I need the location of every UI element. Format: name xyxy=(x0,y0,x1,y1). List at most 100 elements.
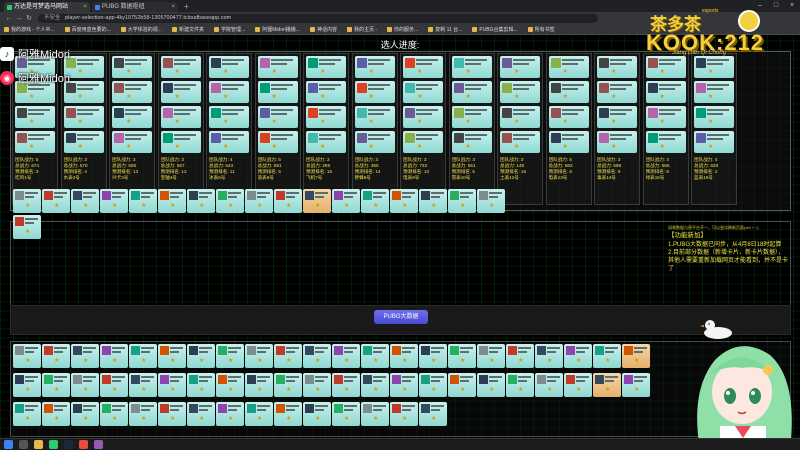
player-card[interactable]: ★ xyxy=(13,215,41,239)
player-card[interactable]: ★ xyxy=(216,189,244,213)
player-card[interactable]: ★ xyxy=(361,402,389,426)
player-card[interactable]: ★ xyxy=(187,402,215,426)
player-card[interactable]: ★ xyxy=(71,373,99,397)
player-card[interactable]: ★ xyxy=(100,373,128,397)
player-card[interactable]: ★ xyxy=(354,131,395,153)
app-icon[interactable] xyxy=(79,440,88,449)
player-card[interactable]: ★ xyxy=(306,56,346,78)
player-card[interactable]: ★ xyxy=(245,373,273,397)
player-card[interactable]: ★ xyxy=(451,81,492,103)
player-card[interactable]: ★ xyxy=(564,344,592,368)
player-card[interactable]: ★ xyxy=(160,81,201,103)
player-card[interactable]: ★ xyxy=(448,189,476,213)
player-card[interactable]: ★ xyxy=(257,106,298,128)
player-card[interactable]: ★ xyxy=(354,56,395,78)
player-card[interactable]: ★ xyxy=(332,373,360,397)
player-card[interactable]: ★ xyxy=(209,56,249,78)
player-card[interactable]: ★ xyxy=(403,131,443,153)
player-card[interactable]: ★ xyxy=(332,402,360,426)
player-card[interactable]: ★ xyxy=(403,106,443,128)
tab-close-icon[interactable]: × xyxy=(171,2,175,12)
player-card[interactable]: ★ xyxy=(419,189,447,213)
player-card[interactable]: ★ xyxy=(694,81,734,103)
player-card[interactable]: ★ xyxy=(593,373,621,397)
player-card[interactable]: ★ xyxy=(160,106,201,128)
bookmark-item[interactable]: 你的服务... xyxy=(387,26,418,33)
bookmark-item[interactable]: 新建文件夹 xyxy=(171,26,204,33)
player-card[interactable]: ★ xyxy=(13,373,41,397)
player-card[interactable]: ★ xyxy=(274,373,302,397)
bookmark-item[interactable]: PUBG合集剪辑... xyxy=(472,26,518,33)
player-card[interactable]: ★ xyxy=(209,81,249,103)
player-card[interactable]: ★ xyxy=(645,81,686,103)
player-card[interactable]: ★ xyxy=(390,344,418,368)
player-card[interactable]: ★ xyxy=(15,131,55,153)
player-card[interactable]: ★ xyxy=(548,131,589,153)
player-card[interactable]: ★ xyxy=(42,373,70,397)
player-card[interactable]: ★ xyxy=(209,106,249,128)
player-card[interactable]: ★ xyxy=(403,81,443,103)
player-card[interactable]: ★ xyxy=(390,402,418,426)
tab-close-icon[interactable]: × xyxy=(83,2,87,12)
player-card[interactable]: ★ xyxy=(209,131,249,153)
bookmark-item[interactable]: 复制 11 台... xyxy=(428,26,462,33)
player-card[interactable]: ★ xyxy=(158,373,186,397)
player-card[interactable]: ★ xyxy=(548,56,589,78)
player-card[interactable]: ★ xyxy=(597,56,637,78)
player-card[interactable]: ★ xyxy=(187,344,215,368)
player-card[interactable]: ★ xyxy=(451,56,492,78)
player-card[interactable]: ★ xyxy=(403,56,443,78)
player-card[interactable]: ★ xyxy=(112,56,152,78)
player-card[interactable]: ★ xyxy=(361,189,389,213)
bookmark-item[interactable]: 学院管理... xyxy=(213,26,245,33)
player-card[interactable]: ★ xyxy=(303,402,331,426)
player-card[interactable]: ★ xyxy=(245,402,273,426)
player-card[interactable]: ★ xyxy=(187,189,215,213)
player-card[interactable]: ★ xyxy=(216,344,244,368)
player-card[interactable]: ★ xyxy=(158,402,186,426)
back-icon[interactable]: ← xyxy=(4,15,14,22)
new-tab-icon[interactable]: + xyxy=(180,2,193,12)
player-card[interactable]: ★ xyxy=(42,189,70,213)
player-card[interactable]: ★ xyxy=(354,106,395,128)
player-card[interactable]: ★ xyxy=(129,189,157,213)
player-card[interactable]: ★ xyxy=(306,106,346,128)
player-card[interactable]: ★ xyxy=(597,106,637,128)
player-card[interactable]: ★ xyxy=(63,106,104,128)
player-card[interactable]: ★ xyxy=(390,373,418,397)
player-card[interactable]: ★ xyxy=(160,56,201,78)
player-card[interactable]: ★ xyxy=(506,373,534,397)
player-card[interactable]: ★ xyxy=(13,189,41,213)
bookmark-item[interactable]: 神话内容 xyxy=(309,26,337,33)
player-card[interactable]: ★ xyxy=(622,344,650,368)
player-card[interactable]: ★ xyxy=(332,189,360,213)
player-card[interactable]: ★ xyxy=(129,402,157,426)
player-card[interactable]: ★ xyxy=(303,189,331,213)
player-card[interactable]: ★ xyxy=(593,344,621,368)
player-card[interactable]: ★ xyxy=(13,402,41,426)
player-card[interactable]: ★ xyxy=(694,106,734,128)
bookmark-item[interactable]: 我的主页 - xyxy=(346,26,377,33)
player-card[interactable]: ★ xyxy=(257,81,298,103)
player-card[interactable]: ★ xyxy=(245,344,273,368)
player-card[interactable]: ★ xyxy=(361,344,389,368)
player-card[interactable]: ★ xyxy=(216,373,244,397)
player-card[interactable]: ★ xyxy=(13,344,41,368)
player-card[interactable]: ★ xyxy=(71,344,99,368)
player-card[interactable]: ★ xyxy=(158,189,186,213)
steam-icon[interactable] xyxy=(64,440,73,449)
player-card[interactable]: ★ xyxy=(548,81,589,103)
player-card[interactable]: ★ xyxy=(597,81,637,103)
player-card[interactable]: ★ xyxy=(112,131,152,153)
app-icon[interactable] xyxy=(94,440,103,449)
player-card[interactable]: ★ xyxy=(535,344,563,368)
player-card[interactable]: ★ xyxy=(100,189,128,213)
player-card[interactable]: ★ xyxy=(100,344,128,368)
player-card[interactable]: ★ xyxy=(71,402,99,426)
player-card[interactable]: ★ xyxy=(158,344,186,368)
player-card[interactable]: ★ xyxy=(42,344,70,368)
player-card[interactable]: ★ xyxy=(332,344,360,368)
player-card[interactable]: ★ xyxy=(274,189,302,213)
chrome-icon[interactable] xyxy=(49,440,58,449)
player-card[interactable]: ★ xyxy=(477,344,505,368)
